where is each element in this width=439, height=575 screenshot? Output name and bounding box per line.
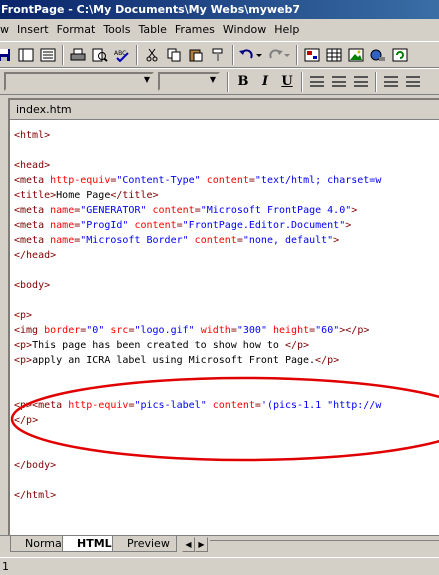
- code-line[interactable]: [14, 263, 439, 278]
- menu-bar: w Insert Format Tools Table Frames Windo…: [0, 20, 439, 40]
- toolbar-separator: [301, 71, 303, 92]
- menu-help[interactable]: Help: [270, 21, 303, 39]
- align-right-icon[interactable]: [351, 72, 371, 92]
- toolbar-separator: [62, 44, 64, 65]
- redo-icon[interactable]: [266, 45, 292, 65]
- menu-tools[interactable]: Tools: [99, 21, 134, 39]
- code-line[interactable]: [14, 293, 439, 308]
- menu-window[interactable]: Window: [219, 21, 270, 39]
- code-line[interactable]: <meta http-equiv="Content-Type" content=…: [14, 173, 439, 188]
- code-line[interactable]: <meta name="GENERATOR" content="Microsof…: [14, 203, 439, 218]
- code-line[interactable]: <title>Home Page</title>: [14, 188, 439, 203]
- paste-icon[interactable]: [186, 45, 206, 65]
- code-line[interactable]: <body>: [14, 278, 439, 293]
- horizontal-scrollbar[interactable]: [210, 540, 439, 549]
- code-line[interactable]: </p>: [14, 413, 439, 428]
- toolbar-separator: [227, 71, 229, 92]
- code-line[interactable]: [14, 443, 439, 458]
- menu-frames[interactable]: Frames: [171, 21, 219, 39]
- align-left-icon[interactable]: [307, 72, 327, 92]
- code-line[interactable]: <p>apply an ICRA label using Microsoft F…: [14, 353, 439, 368]
- document-tab-label: index.htm: [16, 103, 72, 116]
- copy-icon[interactable]: [164, 45, 184, 65]
- toolbar-separator: [296, 44, 298, 65]
- code-line[interactable]: [14, 428, 439, 443]
- save-icon[interactable]: [0, 45, 14, 65]
- status-text: 1: [2, 560, 9, 573]
- tab-preview[interactable]: Preview: [112, 536, 177, 552]
- code-line[interactable]: </head>: [14, 248, 439, 263]
- window-title-bar: FrontPage - C:\My Documents\My Webs\mywe…: [0, 0, 439, 19]
- code-line[interactable]: <meta name="ProgId" content="FrontPage.E…: [14, 218, 439, 233]
- code-line[interactable]: </body>: [14, 458, 439, 473]
- view-tabs-bar: Normal HTML Preview ◀ ▶: [0, 535, 439, 553]
- tab-scroll-left-icon[interactable]: ◀: [182, 537, 195, 552]
- code-line[interactable]: [14, 143, 439, 158]
- views-icon[interactable]: [38, 45, 58, 65]
- formatting-toolbar: ▼ ▼ B I U: [0, 68, 439, 95]
- toolbar-separator: [136, 44, 138, 65]
- code-line[interactable]: <html>: [14, 128, 439, 143]
- bold-button[interactable]: B: [232, 72, 254, 92]
- insert-picture-icon[interactable]: [346, 45, 366, 65]
- tab-html-label: HTML: [77, 537, 112, 550]
- print-preview-icon[interactable]: [90, 45, 110, 65]
- format-painter-icon[interactable]: [208, 45, 228, 65]
- menu-table[interactable]: Table: [134, 21, 170, 39]
- undo-icon[interactable]: [238, 45, 264, 65]
- font-dropdown[interactable]: ▼: [158, 72, 220, 91]
- code-line[interactable]: <p>: [14, 308, 439, 323]
- code-line[interactable]: [14, 368, 439, 383]
- standard-toolbar: ABC: [0, 41, 439, 68]
- hyperlink-icon[interactable]: [368, 45, 388, 65]
- html-editor[interactable]: index.htm <html> <head> <meta http-equiv="…: [8, 98, 439, 550]
- code-line[interactable]: <p><meta http-equiv="pics-label" content…: [14, 398, 439, 413]
- document-tab[interactable]: index.htm: [10, 100, 439, 120]
- code-line[interactable]: <p>This page has been created to show ho…: [14, 338, 439, 353]
- menu-view[interactable]: w: [0, 21, 13, 39]
- tab-normal-label: Normal: [25, 537, 65, 550]
- underline-button[interactable]: U: [276, 72, 298, 92]
- tab-preview-label: Preview: [127, 537, 170, 550]
- html-source-code[interactable]: <html> <head> <meta http-equiv="Content-Ty…: [14, 128, 439, 503]
- code-line[interactable]: <img border="0" src="logo.gif" width="30…: [14, 323, 439, 338]
- menu-format[interactable]: Format: [53, 21, 100, 39]
- spelling-icon[interactable]: ABC: [112, 45, 132, 65]
- code-line[interactable]: [14, 473, 439, 488]
- tab-html[interactable]: HTML: [62, 536, 119, 552]
- numbered-list-icon[interactable]: [381, 72, 401, 92]
- menu-insert[interactable]: Insert: [13, 21, 53, 39]
- code-line[interactable]: <meta name="Microsoft Border" content="n…: [14, 233, 439, 248]
- italic-button[interactable]: I: [254, 72, 276, 92]
- insert-component-icon[interactable]: [302, 45, 322, 65]
- chevron-down-icon: ▼: [143, 75, 150, 84]
- folder-list-icon[interactable]: [16, 45, 36, 65]
- tab-scroll-right-icon[interactable]: ▶: [195, 537, 208, 552]
- toolbar-separator: [375, 71, 377, 92]
- chevron-down-icon: ▼: [209, 75, 216, 84]
- insert-table-icon[interactable]: [324, 45, 344, 65]
- align-center-icon[interactable]: [329, 72, 349, 92]
- print-icon[interactable]: [68, 45, 88, 65]
- style-dropdown[interactable]: ▼: [4, 72, 154, 91]
- cut-icon[interactable]: [142, 45, 162, 65]
- status-bar: 1: [0, 557, 439, 575]
- window-title: FrontPage - C:\My Documents\My Webs\mywe…: [1, 3, 301, 16]
- code-line[interactable]: [14, 383, 439, 398]
- code-line[interactable]: </html>: [14, 488, 439, 503]
- refresh-icon[interactable]: [390, 45, 410, 65]
- bulleted-list-icon[interactable]: [403, 72, 423, 92]
- toolbar-separator: [232, 44, 234, 65]
- tab-scroll-arrows: ◀ ▶: [182, 537, 208, 552]
- code-line[interactable]: <head>: [14, 158, 439, 173]
